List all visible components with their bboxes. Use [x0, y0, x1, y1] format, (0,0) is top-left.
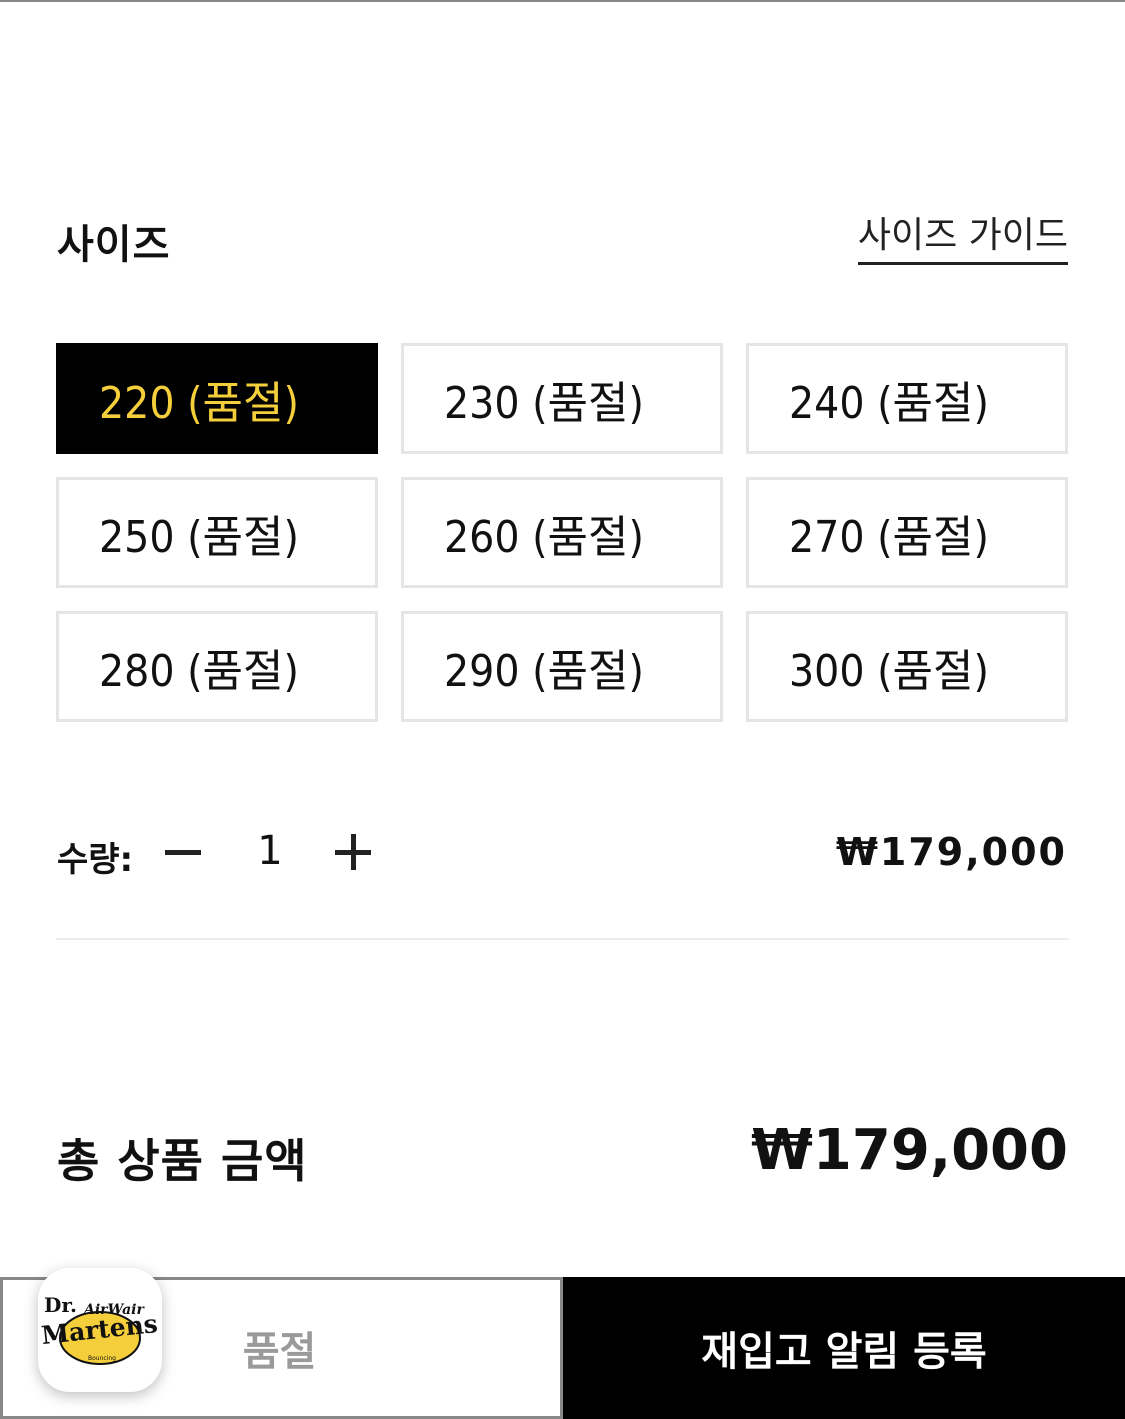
line-price: ₩179,000 — [836, 830, 1067, 874]
total-price: ₩179,000 — [751, 1118, 1068, 1183]
total-label: 총 상품 금액 — [57, 1134, 308, 1188]
size-option-280[interactable]: 280 (품절) — [56, 611, 378, 722]
size-option-260[interactable]: 260 (품절) — [401, 477, 723, 588]
quantity-row: 수량: 1 ₩179,000 — [57, 820, 1069, 890]
dr-martens-logo-icon: Dr. AirWair Martens Bouncing — [40, 1293, 159, 1365]
svg-text:Bouncing: Bouncing — [88, 1355, 116, 1362]
size-option-300[interactable]: 300 (품절) — [746, 611, 1068, 722]
quantity-value: 1 — [257, 828, 283, 874]
plus-icon[interactable] — [335, 834, 371, 870]
bottom-action-bar: 품절 재입고 알림 등록 — [0, 1277, 1125, 1419]
section-divider — [56, 938, 1069, 940]
soldout-label: 품절 — [242, 1329, 317, 1375]
top-divider — [0, 0, 1125, 2]
size-options-grid: 220 (품절) 230 (품절) 240 (품절) 250 (품절) 260 … — [56, 343, 1069, 722]
size-option-240[interactable]: 240 (품절) — [746, 343, 1068, 454]
minus-icon[interactable] — [165, 850, 201, 855]
size-section-title: 사이즈 — [57, 222, 171, 268]
quantity-label: 수량: — [57, 840, 134, 880]
svg-text:Dr.: Dr. — [44, 1293, 77, 1317]
size-option-250[interactable]: 250 (품절) — [56, 477, 378, 588]
size-option-230[interactable]: 230 (품절) — [401, 343, 723, 454]
size-option-220[interactable]: 220 (품절) — [56, 343, 378, 454]
restock-alert-button[interactable]: 재입고 알림 등록 — [563, 1277, 1125, 1419]
size-guide-link[interactable]: 사이즈 가이드 — [857, 214, 1068, 265]
size-option-290[interactable]: 290 (품절) — [401, 611, 723, 722]
brand-logo-badge[interactable]: Dr. AirWair Martens Bouncing — [38, 1268, 162, 1392]
size-option-270[interactable]: 270 (품절) — [746, 477, 1068, 588]
